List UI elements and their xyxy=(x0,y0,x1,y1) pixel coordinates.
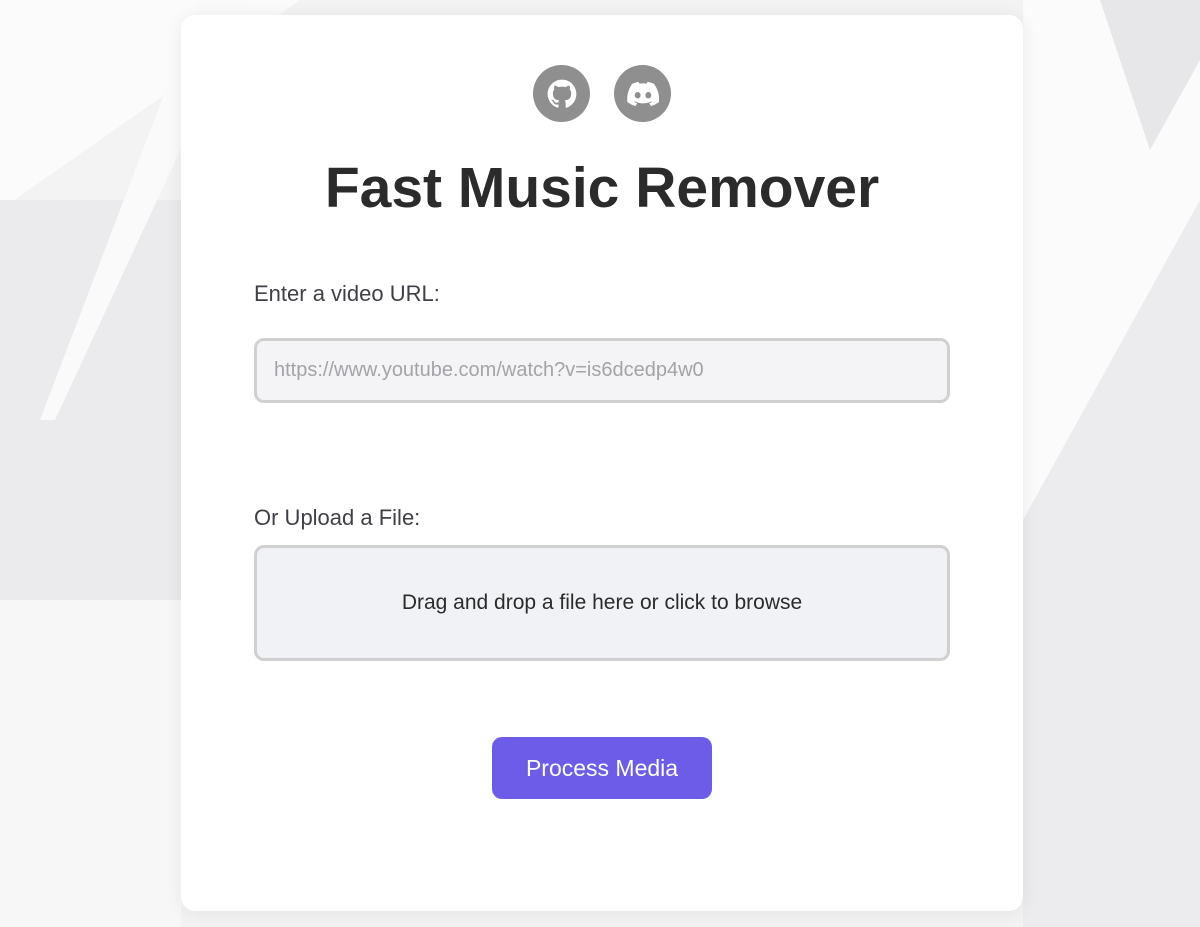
url-label: Enter a video URL: xyxy=(254,281,440,306)
page-title: Fast Music Remover xyxy=(324,156,880,220)
discord-icon xyxy=(626,81,659,106)
github-icon xyxy=(547,79,576,108)
file-dropzone[interactable]: Drag and drop a file here or click to br… xyxy=(254,545,950,661)
process-media-button[interactable]: Process Media xyxy=(492,737,712,799)
github-link[interactable] xyxy=(533,65,590,122)
main-card: Fast Music Remover Enter a video URL: Or… xyxy=(181,15,1023,911)
dropzone-text: Drag and drop a file here or click to br… xyxy=(401,591,803,614)
video-url-input[interactable] xyxy=(254,338,950,403)
discord-link[interactable] xyxy=(614,65,671,122)
upload-label: Or Upload a File: xyxy=(254,505,421,530)
